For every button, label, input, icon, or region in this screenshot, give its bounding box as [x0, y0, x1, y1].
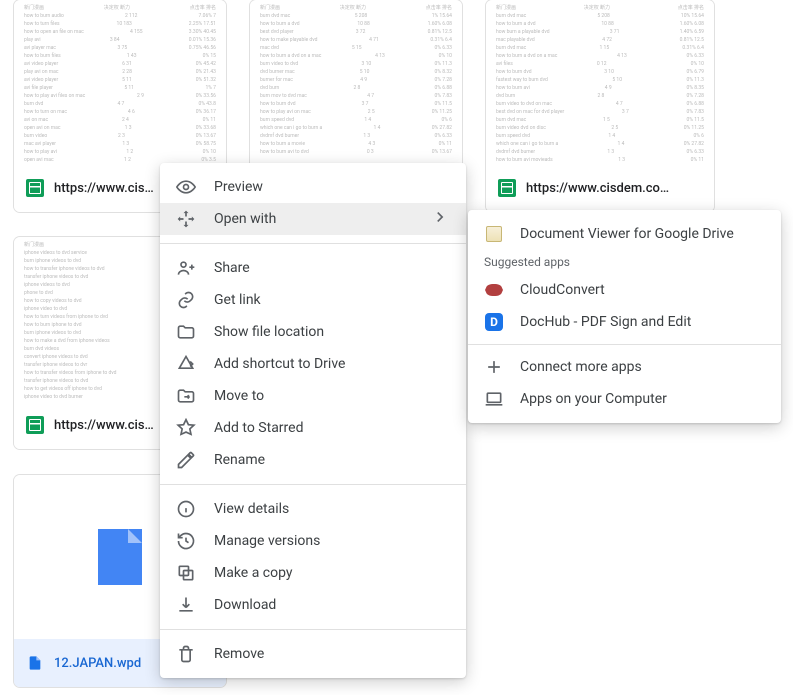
pencil-icon: [176, 450, 196, 470]
drive-shortcut-icon: [176, 354, 196, 374]
download-icon: [176, 595, 196, 615]
submenu-item-dochub[interactable]: D DocHub - PDF Sign and Edit: [468, 306, 781, 338]
document-icon: [98, 529, 142, 585]
menu-label: Show file location: [214, 324, 450, 340]
menu-item-starred[interactable]: Add to Starred: [160, 412, 466, 444]
menu-item-move-to[interactable]: Move to: [160, 380, 466, 412]
file-thumbnail: 新门漫画决定权 断力点击率 排名 burn dvd mac5 2081% 15.…: [250, 0, 462, 164]
submenu-label: CloudConvert: [520, 282, 605, 298]
history-icon: [176, 531, 196, 551]
menu-item-download[interactable]: Download: [160, 589, 466, 621]
submenu-item-doc-viewer[interactable]: Document Viewer for Google Drive: [468, 218, 781, 250]
file-thumbnail: 新门漫画决定权 断力点击率 排名 how to burn audio2 1127…: [14, 0, 226, 164]
menu-label: Get link: [214, 292, 450, 308]
submenu-item-connect-more[interactable]: Connect more apps: [468, 351, 781, 383]
menu-item-open-with[interactable]: Open with: [160, 203, 466, 235]
folder-icon: [176, 322, 196, 342]
menu-item-share[interactable]: Share: [160, 252, 466, 284]
sheets-icon: [26, 416, 44, 434]
submenu-item-cloudconvert[interactable]: CloudConvert: [468, 274, 781, 306]
menu-item-location[interactable]: Show file location: [160, 316, 466, 348]
menu-item-remove[interactable]: Remove: [160, 638, 466, 670]
submenu-item-apps-computer[interactable]: Apps on your Computer: [468, 383, 781, 415]
menu-label: Manage versions: [214, 533, 450, 549]
menu-divider: [160, 243, 466, 244]
trash-icon: [176, 644, 196, 664]
submenu-label: Apps on your Computer: [520, 391, 667, 407]
menu-item-make-copy[interactable]: Make a copy: [160, 557, 466, 589]
menu-label: Share: [214, 260, 450, 276]
doc-viewer-icon: [484, 224, 504, 244]
plus-icon: [484, 357, 504, 377]
info-icon: [176, 499, 196, 519]
star-icon: [176, 418, 196, 438]
link-icon: [176, 290, 196, 310]
eye-icon: [176, 177, 196, 197]
menu-label: Open with: [214, 211, 412, 227]
menu-item-rename[interactable]: Rename: [160, 444, 466, 476]
file-icon: [26, 654, 44, 672]
menu-item-view-details[interactable]: View details: [160, 493, 466, 525]
menu-item-get-link[interactable]: Get link: [160, 284, 466, 316]
cloudconvert-icon: [484, 280, 504, 300]
laptop-icon: [484, 389, 504, 409]
chevron-right-icon: [430, 207, 450, 231]
submenu-label: Connect more apps: [520, 359, 642, 375]
sheets-icon: [498, 179, 516, 197]
spreadsheet-preview: 新门漫画决定权 断力点击率 排名 burn dvd mac5 2081% 15.…: [250, 0, 462, 164]
spreadsheet-preview: 新门漫画决定权 断力点击率 排名 burn dvd mac5 20810% 15…: [486, 0, 714, 164]
menu-label: Move to: [214, 388, 450, 404]
menu-item-preview[interactable]: Preview: [160, 171, 466, 203]
context-menu: Preview Open with Share Get link Show fi…: [160, 163, 466, 678]
menu-label: View details: [214, 501, 450, 517]
menu-label: Download: [214, 597, 450, 613]
menu-label: Preview: [214, 179, 450, 195]
submenu-divider: [468, 344, 781, 345]
file-thumbnail: 新门漫画决定权 断力点击率 排名 burn dvd mac5 20810% 15…: [486, 0, 714, 164]
menu-label: Add to Starred: [214, 420, 450, 436]
open-with-icon: [176, 209, 196, 229]
spreadsheet-preview: 新门漫画决定权 断力点击率 排名 how to burn audio2 1127…: [14, 0, 226, 164]
menu-divider: [160, 629, 466, 630]
submenu-label: Document Viewer for Google Drive: [520, 226, 734, 242]
dochub-icon: D: [484, 312, 504, 332]
file-footer: https://www.cisdem.co…: [486, 164, 714, 212]
file-tile[interactable]: 新门漫画决定权 断力点击率 排名 burn dvd mac5 20810% 15…: [486, 0, 714, 212]
menu-item-add-shortcut[interactable]: Add shortcut to Drive: [160, 348, 466, 380]
menu-label: Add shortcut to Drive: [214, 356, 450, 372]
sheets-icon: [26, 179, 44, 197]
menu-label: Rename: [214, 452, 450, 468]
file-name-label: 12.JAPAN.wpd: [54, 656, 141, 671]
submenu-section-label: Suggested apps: [468, 250, 781, 274]
submenu-label: DocHub - PDF Sign and Edit: [520, 314, 691, 330]
menu-divider: [160, 484, 466, 485]
copy-icon: [176, 563, 196, 583]
menu-label: Remove: [214, 646, 450, 662]
menu-item-manage-versions[interactable]: Manage versions: [160, 525, 466, 557]
menu-label: Make a copy: [214, 565, 450, 581]
open-with-submenu: Document Viewer for Google Drive Suggest…: [468, 210, 781, 423]
file-name-label: https://www.cisdem.co…: [526, 181, 702, 196]
move-folder-icon: [176, 386, 196, 406]
person-add-icon: [176, 258, 196, 278]
